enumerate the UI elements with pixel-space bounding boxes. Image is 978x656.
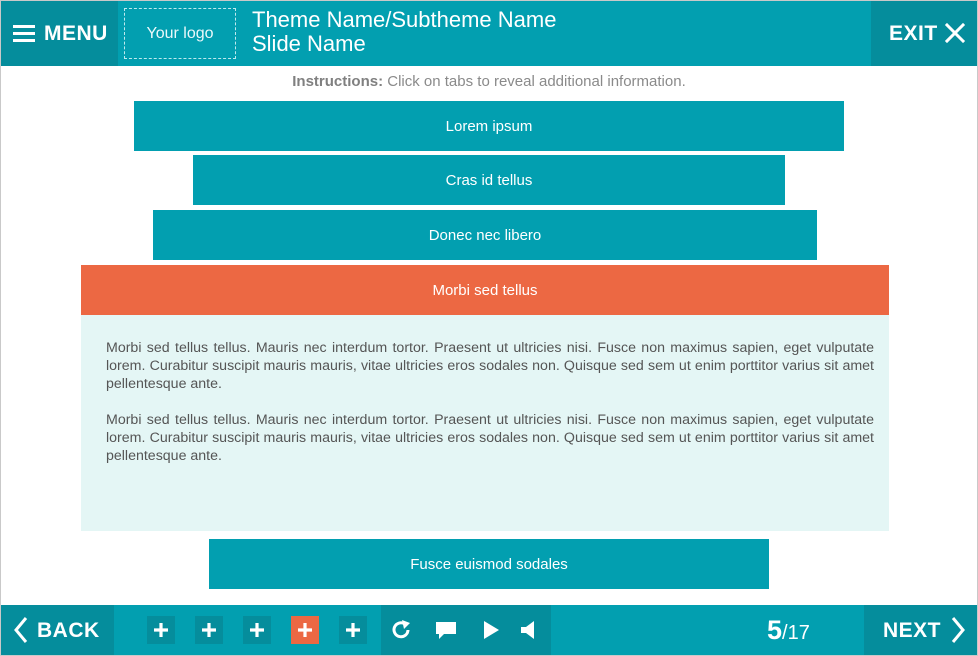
plus-icon (346, 623, 360, 637)
plus-icon (250, 623, 264, 637)
panel-paragraph: Morbi sed tellus tellus. Mauris nec inte… (106, 412, 874, 464)
plus-icon (298, 623, 312, 637)
plus-icon (154, 623, 168, 637)
page-total: /17 (782, 622, 810, 644)
tab-marker-4[interactable] (291, 616, 319, 644)
menu-button[interactable]: MENU (1, 1, 118, 66)
tab-content-panel: Morbi sed tellus tellus. Mauris nec inte… (81, 315, 889, 531)
page-current: 5 (767, 615, 783, 645)
tab-morbi-sed-tellus[interactable]: Morbi sed tellus (81, 265, 889, 315)
slide-name: Slide Name (252, 31, 366, 56)
play-icon[interactable] (479, 619, 503, 641)
slide-frame: MENU Your logo Theme Name/Subtheme Name … (0, 0, 978, 656)
chevron-left-icon (14, 617, 28, 643)
hamburger-icon (13, 25, 35, 42)
footer-bar: BACK 5/17 NEXT (1, 605, 977, 655)
back-label: BACK (37, 619, 100, 642)
tab-donec-nec-libero[interactable]: Donec nec libero (153, 210, 817, 260)
instructions: Instructions: Click on tabs to reveal ad… (1, 73, 977, 90)
theme-title: Theme Name/Subtheme Name (252, 7, 557, 32)
header-bar: MENU Your logo Theme Name/Subtheme Name … (1, 1, 977, 66)
logo-placeholder: Your logo (124, 8, 236, 59)
tab-cras-id-tellus[interactable]: Cras id tellus (193, 155, 785, 205)
replay-icon[interactable] (390, 619, 414, 641)
chevron-right-icon (951, 617, 965, 643)
tab-fusce-euismod-sodales[interactable]: Fusce euismod sodales (209, 539, 769, 589)
tab-marker-5[interactable] (339, 616, 367, 644)
menu-label: MENU (44, 22, 108, 45)
next-button[interactable]: NEXT (864, 605, 977, 655)
exit-label: EXIT (889, 22, 938, 45)
instructions-text: Click on tabs to reveal additional infor… (383, 73, 686, 90)
page-counter: 5/17 (767, 615, 810, 646)
page-title: Theme Name/Subtheme Name Slide Name (252, 8, 556, 56)
plus-icon (202, 623, 216, 637)
tab-marker-3[interactable] (243, 616, 271, 644)
tab-marker-1[interactable] (147, 616, 175, 644)
back-button[interactable]: BACK (1, 605, 114, 655)
volume-icon[interactable] (518, 619, 542, 641)
next-label: NEXT (883, 619, 942, 642)
comment-icon[interactable] (434, 619, 458, 641)
close-icon (945, 23, 965, 43)
media-controls (381, 605, 551, 655)
tab-lorem-ipsum[interactable]: Lorem ipsum (134, 101, 844, 151)
panel-paragraph: Morbi sed tellus tellus. Mauris nec inte… (106, 340, 874, 392)
tab-marker-2[interactable] (195, 616, 223, 644)
instructions-label: Instructions: (292, 73, 384, 90)
exit-button[interactable]: EXIT (871, 1, 977, 66)
